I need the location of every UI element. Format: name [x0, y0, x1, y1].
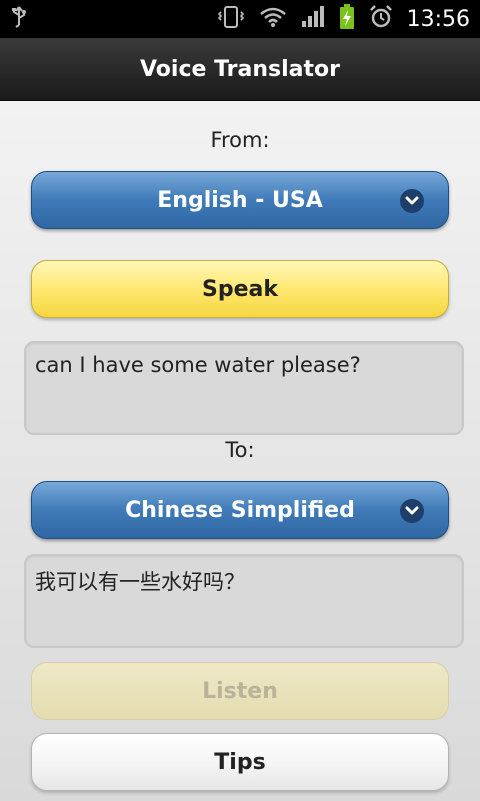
- usb-icon: [10, 5, 28, 33]
- app-title-bar: Voice Translator: [0, 38, 480, 101]
- source-text: can I have some water please?: [35, 353, 361, 377]
- translated-text-box[interactable]: 我可以有一些水好吗？: [24, 554, 464, 648]
- chevron-down-icon: [400, 189, 424, 213]
- alarm-icon: [369, 5, 393, 33]
- speak-button[interactable]: Speak: [31, 260, 449, 318]
- translator-content: From: English - USA Speak can I have som…: [0, 101, 480, 801]
- wifi-icon: [259, 6, 287, 32]
- vibrate-icon: [217, 5, 245, 33]
- to-language-select[interactable]: Chinese Simplified: [31, 481, 449, 539]
- listen-button[interactable]: Listen: [31, 662, 449, 720]
- tips-button-label: Tips: [214, 749, 266, 775]
- status-left: [10, 5, 28, 33]
- status-right: 13:56: [217, 4, 470, 34]
- from-language-select[interactable]: English - USA: [31, 171, 449, 229]
- translated-text: 我可以有一些水好吗？: [35, 570, 245, 594]
- to-language-value: Chinese Simplified: [125, 497, 355, 523]
- to-label: To:: [225, 438, 255, 462]
- source-text-box[interactable]: can I have some water please?: [24, 341, 464, 435]
- status-bar: 13:56: [0, 0, 480, 38]
- signal-icon: [301, 6, 325, 32]
- from-label: From:: [210, 128, 270, 152]
- speak-button-label: Speak: [202, 276, 278, 302]
- from-language-value: English - USA: [157, 187, 323, 213]
- chevron-down-icon: [400, 499, 424, 523]
- battery-charging-icon: [339, 4, 355, 34]
- status-time: 13:56: [406, 6, 470, 32]
- tips-button[interactable]: Tips: [31, 733, 449, 791]
- app-title: Voice Translator: [139, 56, 340, 82]
- listen-button-label: Listen: [202, 678, 278, 704]
